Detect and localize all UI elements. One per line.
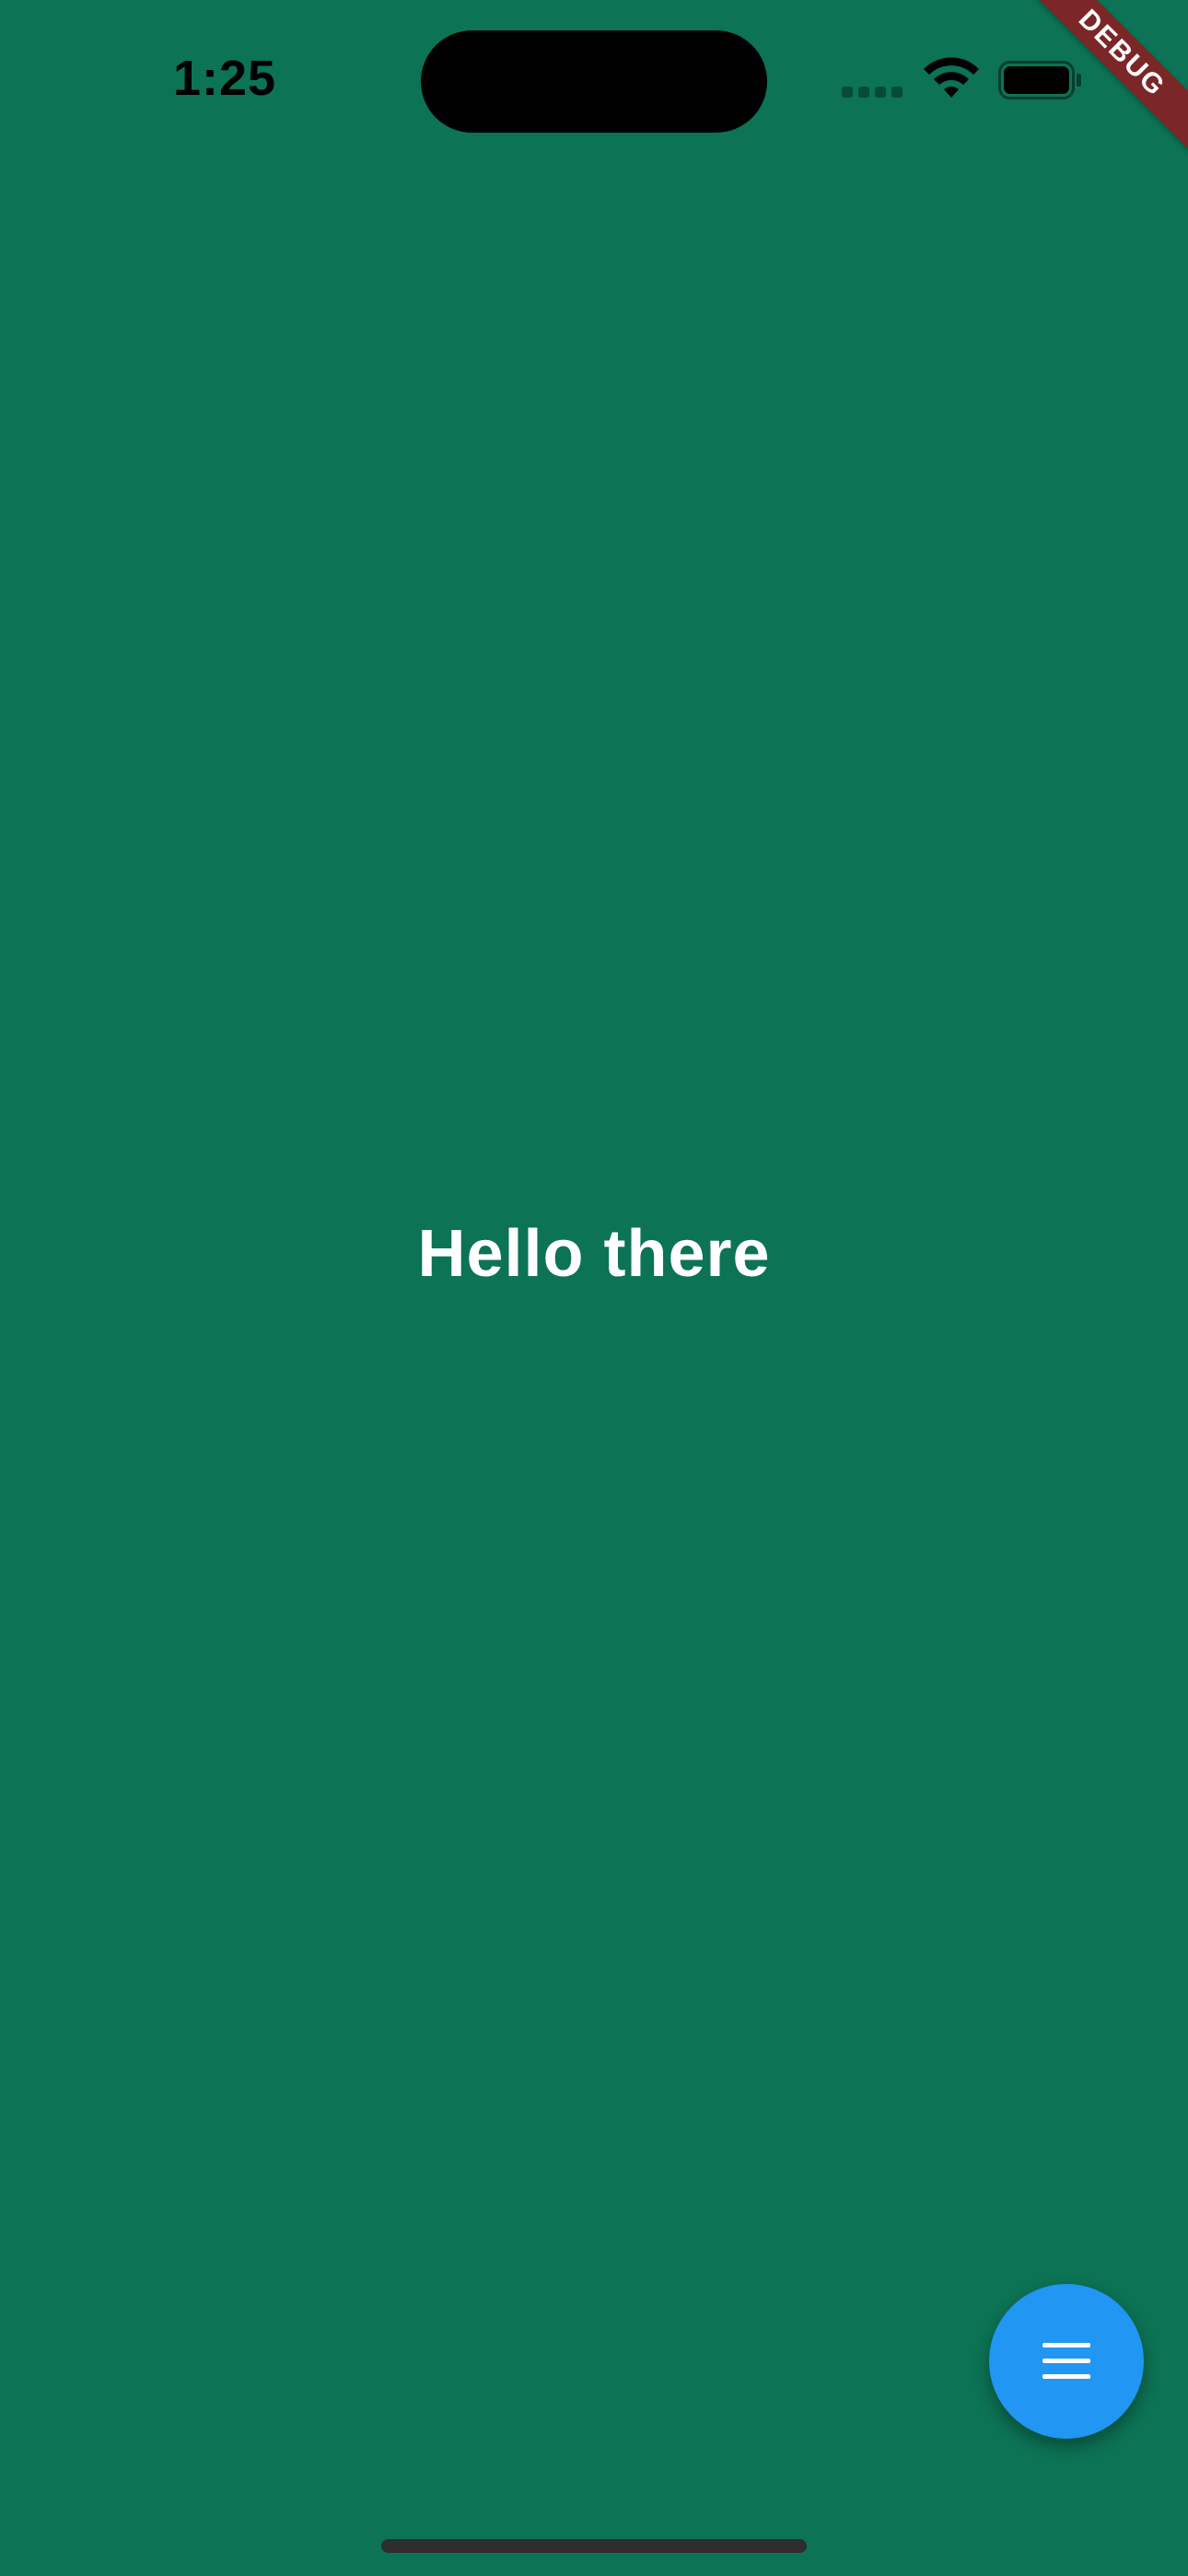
greeting-text: Hello there — [417, 1217, 771, 1291]
menu-icon — [1042, 2343, 1090, 2379]
signal-bars-icon — [842, 87, 906, 98]
dynamic-island — [421, 30, 767, 133]
wifi-icon — [921, 57, 982, 101]
menu-fab-button[interactable] — [989, 2284, 1144, 2439]
home-indicator[interactable] — [381, 2539, 807, 2553]
battery-icon — [998, 61, 1083, 100]
status-time: 1:25 — [173, 51, 277, 106]
